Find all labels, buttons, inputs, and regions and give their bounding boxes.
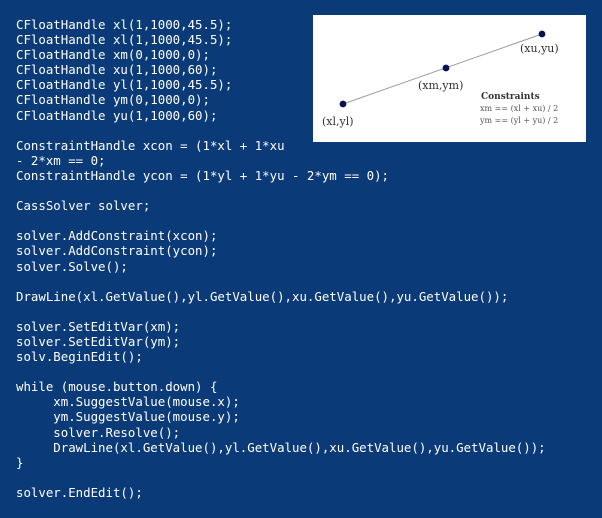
code-line: } [16, 454, 24, 470]
point-middle [442, 64, 450, 72]
label-lower: (xl,yl) [322, 115, 354, 128]
code-line: solver.AddConstraint(xcon); [16, 228, 218, 244]
code-line: xm.SuggestValue(mouse.x); [16, 394, 240, 410]
code-line: solver.Solve(); [16, 258, 128, 274]
point-lower [339, 100, 347, 108]
code-line: DrawLine(xl.GetValue(),yl.GetValue(),xu.… [16, 288, 509, 304]
code-line: - 2*xm == 0; [16, 152, 106, 168]
constraint-x: xm == (xl + xu) / 2 [480, 104, 558, 113]
diagram-svg: (xu,yu) (xm,ym) (xl,yl) Constraints xm =… [322, 30, 559, 128]
constraint-y: ym == (yl + yu) / 2 [479, 116, 558, 125]
code-line: ConstraintHandle ycon = (1*yl + 1*yu - 2… [16, 167, 389, 183]
label-middle: (xm,ym) [418, 79, 463, 92]
code-line: solver.EndEdit(); [16, 484, 143, 500]
code-line: CassSolver solver; [16, 198, 151, 214]
code-line: solver.AddConstraint(ycon); [16, 243, 218, 259]
label-upper: (xu,yu) [520, 42, 559, 55]
constraint-diagram: (xu,yu) (xm,ym) (xl,yl) Constraints xm =… [313, 15, 586, 142]
code-line: DrawLine(xl.GetValue(),yl.GetValue(),xu.… [16, 439, 546, 455]
code-line: solver.SetEditVar(ym); [16, 333, 181, 349]
code-line: solv.BeginEdit(); [16, 349, 143, 365]
code-line: while (mouse.button.down) { [16, 379, 218, 395]
code-line: ym.SuggestValue(mouse.y); [16, 409, 240, 425]
constraints-title: Constraints [481, 92, 540, 102]
code-line: solver.SetEditVar(xm); [16, 318, 181, 334]
point-upper [538, 30, 546, 38]
code-line: solver.Resolve(); [16, 424, 181, 440]
